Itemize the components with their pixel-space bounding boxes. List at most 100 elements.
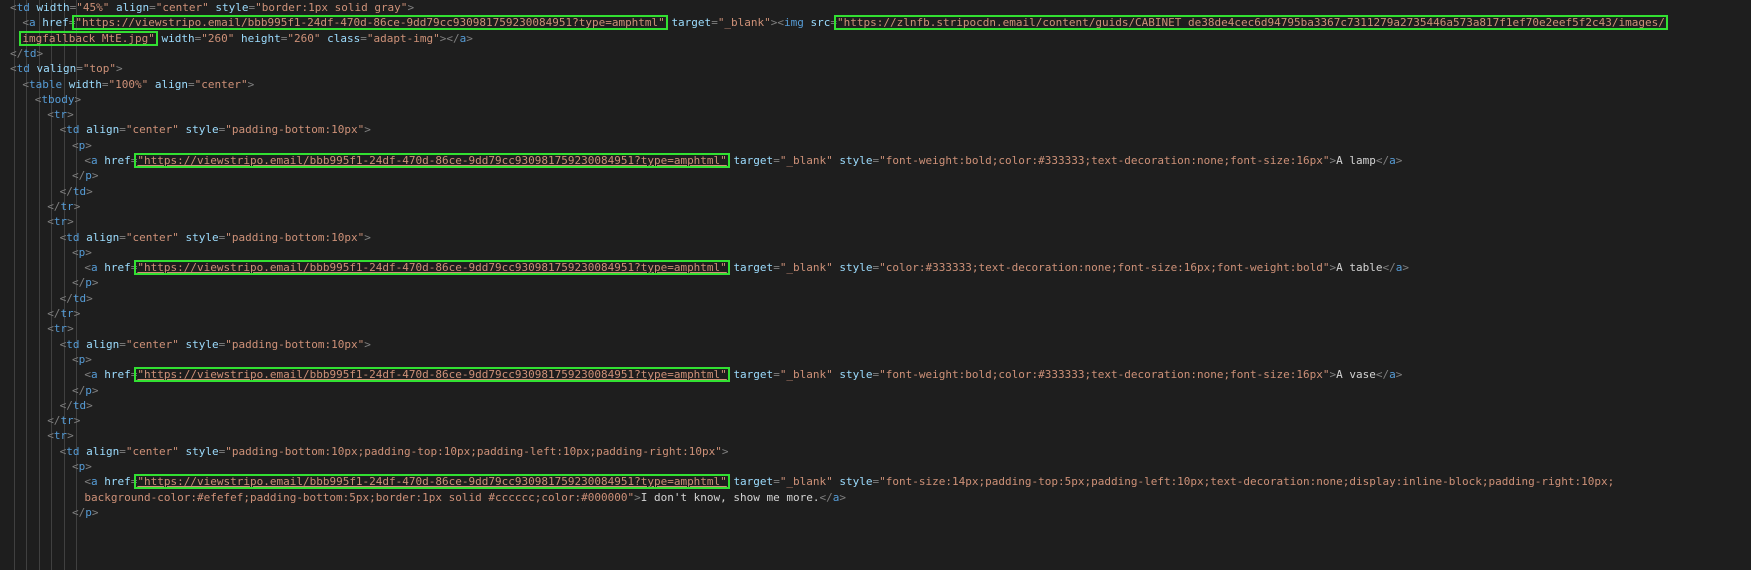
code-token: td [72, 184, 87, 198]
code-token: td [16, 62, 30, 76]
code-token: td [66, 337, 80, 351]
indent-guide [14, 0, 15, 570]
code-token: style [185, 337, 219, 351]
code-token: p [85, 383, 92, 397]
code-token: tr [60, 307, 74, 320]
code-line[interactable]: background-color:#efefef;padding-bottom:… [84, 489, 846, 506]
code-token: p [85, 276, 92, 290]
code-token: target [733, 475, 774, 489]
code-line[interactable]: imgfallback_MtE.jpg" width="260" height=… [22, 30, 472, 47]
code-token: td [16, 1, 30, 14]
code-token: "center" [194, 77, 248, 91]
code-token: a [1389, 368, 1396, 382]
code-token: "_blank" [779, 368, 833, 382]
code-token: p [85, 169, 92, 183]
code-token: > [116, 62, 123, 76]
code-token: a [91, 261, 98, 275]
code-token: "top" [82, 62, 116, 76]
code-token: </ [59, 291, 73, 305]
code-token: "_blank" [779, 475, 833, 489]
code-token: tbody [41, 92, 75, 106]
code-token: </ [819, 490, 833, 504]
code-token: "font-weight:bold;color:#333333;text-dec… [879, 154, 1330, 167]
code-token: style [839, 368, 873, 382]
code-editor[interactable]: <td width="45%" align="center" style="bo… [0, 0, 1751, 570]
code-token: "https://viewstripo.email/bbb995f1-24df-… [137, 261, 727, 275]
code-token: A vase [1336, 368, 1376, 382]
code-line[interactable]: </p> [72, 504, 99, 521]
code-token: > [67, 322, 74, 336]
code-token: < [72, 460, 79, 473]
code-line[interactable]: <td align="center" style="padding-bottom… [60, 336, 371, 353]
code-token: > [247, 77, 255, 91]
code-token: = [119, 337, 126, 351]
code-token: = [119, 444, 126, 458]
code-line[interactable]: <td align="center" style="padding-bottom… [60, 121, 371, 138]
code-token: table [29, 77, 63, 91]
code-token: > [1395, 368, 1403, 382]
code-token: a [91, 154, 98, 167]
code-token: tr [53, 429, 68, 443]
code-token: width [36, 1, 70, 14]
code-token: td [66, 230, 80, 244]
code-token: "100%" [108, 77, 149, 91]
code-line[interactable]: <td align="center" style="padding-bottom… [60, 229, 371, 246]
code-token: </ [47, 199, 61, 213]
code-token: > [85, 245, 92, 259]
code-token: tr [53, 322, 68, 336]
code-token: style [839, 475, 873, 489]
code-token: > [91, 169, 99, 183]
code-token: > [364, 337, 371, 351]
code-token: > [407, 1, 415, 14]
code-token: > [86, 398, 93, 412]
code-token: width [68, 77, 102, 91]
code-token: </ [72, 169, 86, 183]
code-token: > [91, 276, 99, 290]
code-line[interactable]: <a href="https://viewstripo.email/bbb995… [84, 259, 1409, 276]
code-token: > [85, 352, 92, 366]
code-line[interactable]: <a href="https://viewstripo.email/bbb995… [84, 152, 1402, 169]
code-token: > [67, 108, 74, 122]
code-token: "padding-bottom:10px" [225, 337, 365, 351]
code-token: td [72, 398, 87, 412]
code-token: align [154, 77, 189, 91]
code-token: = [188, 77, 195, 91]
code-token: < [47, 429, 54, 443]
code-token: A table [1336, 261, 1383, 275]
code-token: tr [53, 108, 68, 122]
code-token: tr [53, 215, 68, 229]
code-token: > [36, 46, 44, 60]
code-token: "https://viewstripo.email/bbb995f1-24df-… [137, 368, 727, 382]
code-token: > [364, 230, 371, 244]
code-token: "padding-bottom:10px" [225, 230, 365, 244]
code-token: width [161, 31, 195, 45]
code-token: > [1402, 261, 1409, 275]
code-token: > [1395, 154, 1403, 167]
code-line[interactable]: <td align="center" style="padding-bottom… [60, 443, 729, 460]
code-token: = [773, 368, 780, 382]
code-line[interactable]: <a href="https://viewstripo.email/bbb995… [84, 366, 1402, 383]
code-token: "_blank" [717, 16, 771, 30]
code-token: "font-size:14px;padding-top:5px;padding-… [879, 475, 1615, 489]
code-token: </ [72, 276, 86, 290]
code-token: </ [72, 505, 86, 519]
code-token: </ [47, 414, 61, 428]
code-token: a [91, 475, 98, 489]
code-token: "center" [155, 1, 209, 14]
code-token: "https://viewstripo.email/bbb995f1-24df-… [75, 16, 665, 30]
code-token: "260" [201, 31, 235, 45]
code-token: target [671, 16, 712, 30]
code-token: > [67, 215, 74, 229]
code-token: href [104, 261, 131, 275]
code-token: > [839, 490, 847, 504]
code-token: < [72, 138, 79, 152]
code-token: align [116, 1, 150, 14]
code-token: "45%" [76, 1, 110, 14]
code-token: td [23, 46, 37, 60]
code-token: > [86, 291, 93, 305]
code-token: = [773, 154, 780, 167]
code-token: style [215, 1, 249, 14]
code-token: class [327, 31, 361, 45]
code-token: "https://viewstripo.email/bbb995f1-24df-… [137, 475, 727, 489]
code-token: </ [47, 307, 61, 320]
